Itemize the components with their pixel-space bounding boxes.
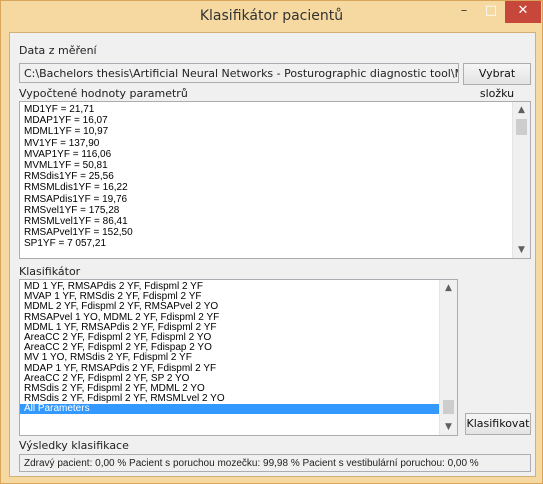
results-field: Zdravý pacient: 0,00 % Pacient s porucho… xyxy=(19,454,531,472)
maximize-button[interactable]: □ xyxy=(478,1,504,23)
parameter-line: MVAP1YF = 116,06 xyxy=(24,148,112,160)
parameter-line: MDML1YF = 10,97 xyxy=(24,126,109,138)
scroll-down-icon[interactable]: ▼ xyxy=(513,242,530,258)
classifier-listbox[interactable]: MD 1 YF, RMSAPdis 2 YF, Fdispml 2 YF MVAP… xyxy=(19,279,458,436)
results-label: Výsledky klasifikace xyxy=(19,439,129,452)
parameter-line: RMSMLdis1YF = 16,22 xyxy=(24,182,128,194)
parameter-line: MD1YF = 21,71 xyxy=(24,104,95,115)
title-bar[interactable]: Klasifikátor pacientů – □ ✕ xyxy=(1,1,542,31)
scrollbar-thumb[interactable] xyxy=(516,119,527,135)
close-button[interactable]: ✕ xyxy=(505,1,541,23)
measurement-path-field[interactable]: C:\Bachelors thesis\Artificial Neural Ne… xyxy=(19,63,459,83)
classify-button[interactable]: Klasifikovat xyxy=(465,413,531,435)
classifier-items: MD 1 YF, RMSAPdis 2 YF, Fdispml 2 YF MVAP… xyxy=(20,281,440,415)
parameter-line: RMSAPvel1YF = 152,50 xyxy=(24,227,133,239)
select-folder-button[interactable]: Vybrat složku xyxy=(463,63,531,100)
parameters-lines: MD1YF = 21,71 MDAP1YF = 16,07 MDML1YF = 10… xyxy=(24,104,133,250)
parameter-line: SP1YF = 7 057,21 xyxy=(24,238,107,250)
parameters-textbox[interactable]: MD1YF = 21,71 MDAP1YF = 16,07 MDML1YF = 10… xyxy=(19,101,531,259)
parameter-line: RMSAPdis1YF = 19,76 xyxy=(24,193,128,205)
parameter-line: MVML1YF = 50,81 xyxy=(24,160,108,172)
parameter-line: RMSvel1YF = 175,28 xyxy=(24,204,120,216)
parameters-scrollbar[interactable]: ▲ ▼ xyxy=(512,102,530,258)
parameter-line: MDAP1YF = 16,07 xyxy=(24,115,108,127)
classifier-label: Klasifikátor xyxy=(19,265,81,278)
scroll-down-icon[interactable]: ▼ xyxy=(440,419,457,435)
classifier-scrollbar[interactable]: ▲ ▼ xyxy=(439,280,457,435)
classifier-list-item[interactable]: MV 1 YO, RMSdis 2 YF, Fdispml 2 YF xyxy=(24,353,440,363)
form-client-area: Data z měření C:\Bachelors thesis\Artifi… xyxy=(9,32,536,477)
scroll-up-icon[interactable]: ▲ xyxy=(513,102,530,118)
measurement-label: Data z měření xyxy=(19,44,97,57)
minimize-button[interactable]: – xyxy=(451,1,477,23)
parameters-label: Vypočtené hodnoty parametrů xyxy=(19,87,188,100)
parameter-line: RMSMLvel1YF = 86,41 xyxy=(24,216,128,228)
classifier-list-item[interactable]: All Parameters xyxy=(20,404,440,415)
scrollbar-thumb[interactable] xyxy=(443,400,454,414)
app-window: Klasifikátor pacientů – □ ✕ Data z měřen… xyxy=(0,0,543,484)
scroll-up-icon[interactable]: ▲ xyxy=(440,280,457,296)
parameter-line: RMSdis1YF = 25,56 xyxy=(24,171,114,183)
parameter-line: MV1YF = 137,90 xyxy=(24,137,100,149)
